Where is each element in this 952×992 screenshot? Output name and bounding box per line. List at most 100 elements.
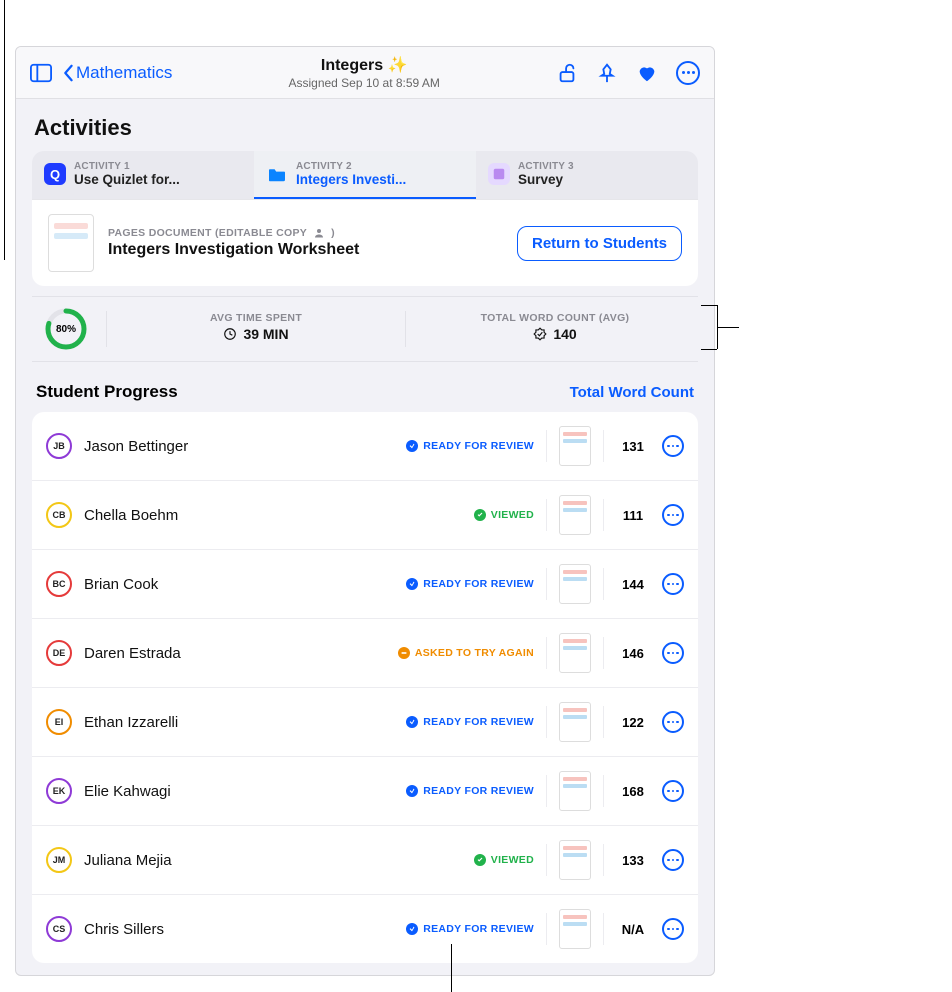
avg-time-value: 39 MIN: [243, 326, 288, 342]
student-name: Daren Estrada: [84, 645, 386, 662]
submission-thumbnail[interactable]: [559, 495, 591, 535]
student-row[interactable]: BCBrian CookREADY FOR REVIEW144: [32, 550, 698, 619]
submission-thumbnail[interactable]: [559, 702, 591, 742]
student-avatar: CS: [46, 916, 72, 942]
chevron-left-icon: [62, 64, 74, 82]
word-count-cell: 122: [616, 715, 650, 730]
callout-line: [451, 944, 452, 992]
submission-thumbnail[interactable]: [559, 909, 591, 949]
student-name: Elie Kahwagi: [84, 783, 394, 800]
status-badge: VIEWED: [474, 854, 534, 866]
word-count-value: 140: [553, 326, 576, 342]
row-more-button[interactable]: [662, 504, 684, 526]
divider: [603, 499, 604, 531]
student-avatar: CB: [46, 502, 72, 528]
divider: [603, 568, 604, 600]
status-badge: VIEWED: [474, 509, 534, 521]
student-row[interactable]: EIEthan IzzarelliREADY FOR REVIEW122: [32, 688, 698, 757]
folder-icon: [266, 163, 288, 185]
row-more-button[interactable]: [662, 849, 684, 871]
student-name: Chella Boehm: [84, 507, 462, 524]
row-more-button[interactable]: [662, 780, 684, 802]
divider: [546, 568, 547, 600]
divider: [603, 430, 604, 462]
back-label: Mathematics: [76, 63, 172, 83]
divider: [603, 775, 604, 807]
divider: [546, 706, 547, 738]
submission-thumbnail[interactable]: [559, 426, 591, 466]
student-row[interactable]: CSChris SillersREADY FOR REVIEWN/A: [32, 895, 698, 963]
tab-label: Integers Investi...: [296, 172, 406, 187]
pin-icon[interactable]: [596, 62, 618, 84]
progress-percent: 80%: [44, 307, 88, 351]
status-icon: [406, 716, 418, 728]
callout-line: [701, 349, 717, 350]
status-badge: READY FOR REVIEW: [406, 716, 534, 728]
heart-icon[interactable]: [636, 62, 658, 84]
student-progress-heading: Student Progress: [36, 382, 178, 402]
row-more-button[interactable]: [662, 435, 684, 457]
divider: [546, 775, 547, 807]
student-avatar: BC: [46, 571, 72, 597]
student-row[interactable]: DEDaren EstradaASKED TO TRY AGAIN146: [32, 619, 698, 688]
document-thumbnail[interactable]: [48, 214, 94, 272]
document-meta-text: PAGES DOCUMENT (EDITABLE COPY: [108, 227, 307, 239]
student-avatar: DE: [46, 640, 72, 666]
callout-line: [4, 0, 5, 260]
quizlet-icon: Q: [44, 163, 66, 185]
row-more-button[interactable]: [662, 918, 684, 940]
activity-tab[interactable]: ACTIVITY 3Survey: [476, 151, 698, 199]
row-more-button[interactable]: [662, 711, 684, 733]
divider: [546, 913, 547, 945]
word-count-cell: 131: [616, 439, 650, 454]
word-count-cell: 144: [616, 577, 650, 592]
document-meta-suffix: ): [331, 227, 335, 239]
student-row[interactable]: CBChella BoehmVIEWED111: [32, 481, 698, 550]
row-more-button[interactable]: [662, 642, 684, 664]
total-word-count-link[interactable]: Total Word Count: [570, 384, 694, 401]
activity-tab[interactable]: ACTIVITY 2Integers Investi...: [254, 151, 476, 199]
status-icon: [474, 509, 486, 521]
tab-overline: ACTIVITY 2: [296, 161, 406, 172]
survey-icon: [488, 163, 510, 185]
document-title: Integers Investigation Worksheet: [108, 241, 359, 259]
sidebar-toggle-icon[interactable]: [30, 62, 52, 84]
clock-icon: [223, 327, 237, 341]
tab-overline: ACTIVITY 1: [74, 161, 180, 172]
submission-thumbnail[interactable]: [559, 840, 591, 880]
divider: [546, 499, 547, 531]
more-menu-button[interactable]: [676, 61, 700, 85]
status-icon: [474, 854, 486, 866]
word-count-cell: N/A: [616, 922, 650, 937]
student-name: Chris Sillers: [84, 921, 394, 938]
row-more-button[interactable]: [662, 573, 684, 595]
student-row[interactable]: JBJason BettingerREADY FOR REVIEW131: [32, 412, 698, 481]
status-badge: READY FOR REVIEW: [406, 440, 534, 452]
student-row[interactable]: JMJuliana MejiaVIEWED133: [32, 826, 698, 895]
divider: [546, 844, 547, 876]
back-button[interactable]: Mathematics: [62, 63, 172, 83]
callout-line: [717, 327, 739, 328]
activity-document-card: PAGES DOCUMENT (EDITABLE COPY ) Integers…: [32, 199, 698, 286]
submission-thumbnail[interactable]: [559, 771, 591, 811]
student-avatar: EK: [46, 778, 72, 804]
divider: [546, 430, 547, 462]
student-avatar: JM: [46, 847, 72, 873]
activity-tab[interactable]: QACTIVITY 1Use Quizlet for...: [32, 151, 254, 199]
status-badge: READY FOR REVIEW: [406, 578, 534, 590]
submission-thumbnail[interactable]: [559, 633, 591, 673]
unlock-icon[interactable]: [556, 62, 578, 84]
person-icon: [313, 227, 325, 239]
page-title: Integers ✨: [172, 55, 556, 75]
return-to-students-button[interactable]: Return to Students: [517, 226, 682, 261]
student-name: Jason Bettinger: [84, 438, 394, 455]
student-row[interactable]: EKElie KahwagiREADY FOR REVIEW168: [32, 757, 698, 826]
divider: [603, 844, 604, 876]
tab-overline: ACTIVITY 3: [518, 161, 574, 172]
activities-heading: Activities: [16, 99, 714, 151]
submission-thumbnail[interactable]: [559, 564, 591, 604]
status-icon: [406, 440, 418, 452]
status-icon: [406, 785, 418, 797]
word-count-cell: 133: [616, 853, 650, 868]
document-meta: PAGES DOCUMENT (EDITABLE COPY ): [108, 227, 359, 239]
